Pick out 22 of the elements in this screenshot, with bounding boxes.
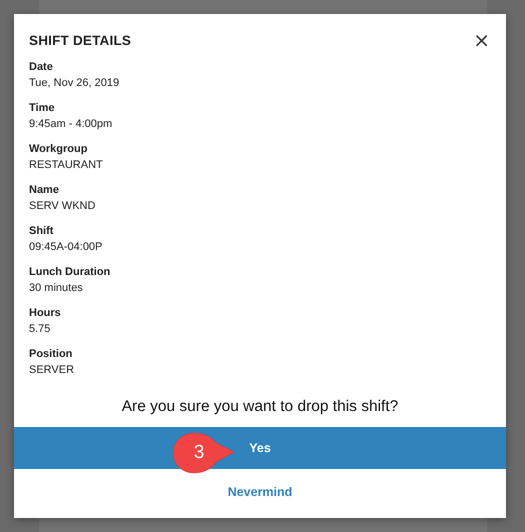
- field-value: SERV WKND: [29, 200, 96, 213]
- field-value: RESTAURANT: [29, 159, 104, 172]
- field-label: Time: [29, 102, 56, 115]
- field-label: Lunch Duration: [29, 266, 112, 279]
- field-label: Shift: [29, 225, 54, 238]
- field-label: Hours: [29, 307, 62, 320]
- field-label: Date: [29, 61, 54, 74]
- field-value: Tue, Nov 26, 2019: [29, 77, 120, 90]
- field-value: SERVER: [29, 364, 76, 377]
- step-marker-icon: [172, 432, 236, 474]
- field-label: Position: [29, 348, 74, 361]
- field-label: Name: [29, 184, 60, 197]
- step-number: 3: [192, 441, 206, 465]
- nevermind-button[interactable]: Nevermind: [14, 469, 506, 515]
- field-value: 09:45A-04:00P: [29, 241, 104, 254]
- field-value: 30 minutes: [29, 282, 84, 295]
- field-value: 9:45am - 4:00pm: [29, 118, 114, 131]
- field-label: Workgroup: [29, 143, 88, 156]
- dialog-title: SHIFT DETAILS: [29, 32, 132, 48]
- confirm-question: Are you sure you want to drop this shift?: [120, 397, 400, 417]
- close-button[interactable]: ×: [471, 30, 492, 50]
- field-value: 5.75: [29, 323, 52, 336]
